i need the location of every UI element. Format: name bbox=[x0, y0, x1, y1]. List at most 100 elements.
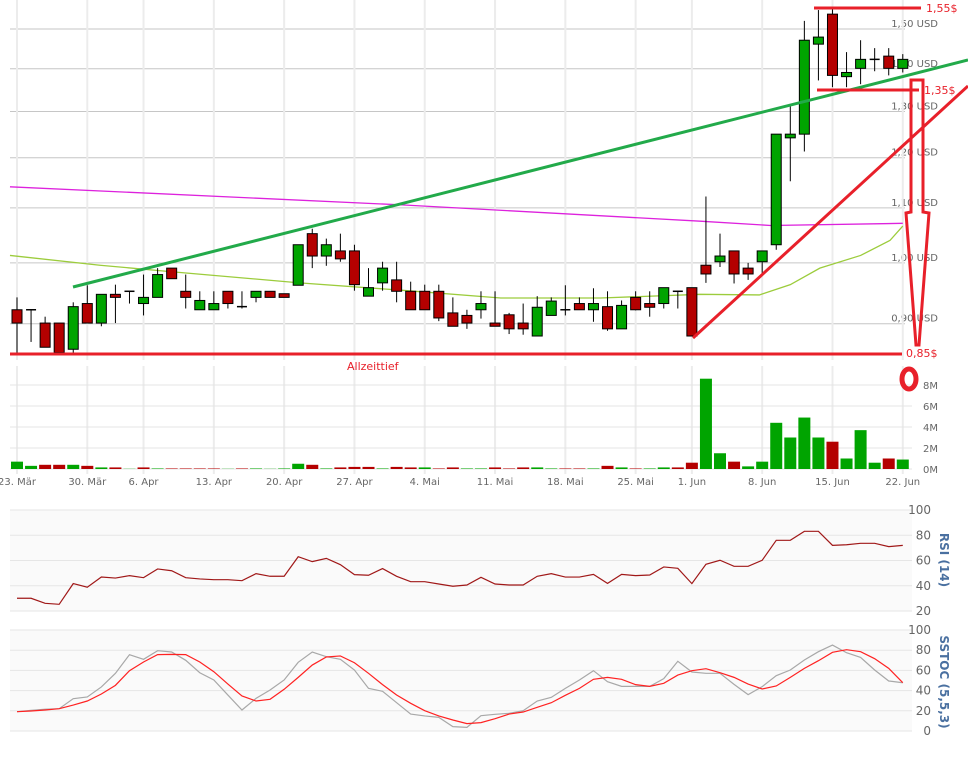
candle-body bbox=[531, 306, 543, 337]
candle-body bbox=[728, 250, 740, 275]
volume-bar bbox=[25, 465, 38, 469]
volume-bar bbox=[896, 459, 909, 469]
volume-bar bbox=[756, 461, 769, 469]
volume-bar bbox=[446, 467, 459, 469]
candle-body bbox=[39, 322, 51, 348]
candle-body bbox=[897, 58, 909, 69]
stochastic-panel: 0 20 40 60 80 100 SSTOC (5,5,3) bbox=[10, 623, 951, 738]
candle-body bbox=[306, 233, 318, 257]
volume-tick-label: 6M bbox=[923, 402, 938, 413]
candle-body bbox=[573, 303, 585, 311]
volume-bar bbox=[784, 437, 797, 469]
volume-bar bbox=[798, 417, 811, 469]
volume-bar bbox=[742, 466, 755, 469]
volume-bar bbox=[728, 461, 741, 469]
candle-body bbox=[264, 290, 276, 298]
volume-bar bbox=[714, 453, 726, 469]
date-tick-label: 25. Mai bbox=[617, 477, 654, 488]
candle-body bbox=[208, 303, 220, 311]
candle-body bbox=[433, 290, 445, 319]
volume-bar bbox=[179, 468, 192, 469]
date-tick-label: 20. Apr bbox=[266, 477, 303, 488]
candle-body bbox=[377, 267, 389, 284]
candle-body bbox=[222, 290, 234, 305]
candle-body bbox=[545, 300, 557, 316]
candle-body bbox=[826, 13, 838, 76]
circle-mark-icon bbox=[899, 366, 919, 392]
candle-body bbox=[644, 303, 656, 308]
volume-bar bbox=[137, 467, 150, 469]
stoch-background bbox=[10, 630, 912, 731]
volume-tick-label: 2M bbox=[923, 444, 938, 455]
volume-bar bbox=[432, 468, 445, 469]
candle-body bbox=[812, 36, 824, 45]
volume-bar bbox=[671, 467, 684, 469]
stoch-tick-label: 100 bbox=[908, 623, 931, 637]
volume-bar bbox=[615, 467, 628, 469]
volume-bar bbox=[517, 467, 530, 469]
stock-chart: 0,90 USD1,00 USD1,10 USD1,20 USD1,30 USD… bbox=[0, 0, 968, 738]
stoch-title: SSTOC (5,5,3) bbox=[937, 635, 951, 728]
rsi-tick-label: 20 bbox=[916, 604, 931, 618]
candle-body bbox=[841, 71, 853, 78]
date-axis: 23. Mär 30. Mär 6. Apr 13. Apr 20. Apr 27. Ap… bbox=[0, 477, 920, 488]
volume-bar bbox=[770, 422, 783, 469]
candle-body bbox=[250, 290, 262, 298]
date-tick-label: 30. Mär bbox=[68, 477, 107, 488]
volume-bar bbox=[587, 468, 600, 469]
volume-bar bbox=[67, 464, 80, 469]
volume-tick-label: 4M bbox=[923, 423, 938, 434]
candle-body bbox=[194, 299, 206, 311]
candle-body bbox=[855, 58, 867, 69]
candle-body bbox=[278, 293, 290, 298]
candle-body bbox=[714, 255, 726, 263]
volume-tick-label: 0M bbox=[923, 465, 938, 476]
candle-body bbox=[630, 296, 642, 311]
volume-bar bbox=[489, 467, 502, 469]
rsi-title: RSI (14) bbox=[937, 533, 951, 587]
volume-bar bbox=[109, 467, 122, 469]
date-tick-label: 11. Mai bbox=[477, 477, 514, 488]
candlesticks bbox=[11, 8, 909, 354]
volume-tick-label: 8M bbox=[923, 381, 938, 392]
rsi-tick-label: 80 bbox=[916, 528, 931, 542]
volume-bar bbox=[474, 468, 487, 469]
volume-bar bbox=[11, 461, 23, 469]
candle-body bbox=[348, 250, 360, 286]
candle-body bbox=[180, 290, 192, 298]
candle-body bbox=[517, 322, 529, 330]
volume-bar bbox=[362, 466, 375, 469]
rsi-tick-label: 60 bbox=[916, 554, 931, 568]
volume-bar bbox=[193, 468, 206, 469]
stoch-tick-label: 20 bbox=[916, 704, 931, 718]
candle-body bbox=[883, 55, 895, 69]
volume-bar bbox=[39, 464, 52, 469]
candle-body bbox=[292, 244, 304, 286]
price-tick-label: 1,30 USD bbox=[891, 102, 938, 113]
candle-body bbox=[489, 322, 501, 327]
volume-bar bbox=[643, 468, 656, 469]
candle-body bbox=[81, 303, 93, 324]
candle-body bbox=[109, 293, 121, 298]
price-tick-label: 1,00 USD bbox=[891, 253, 938, 264]
volume-bar bbox=[685, 462, 698, 469]
volume-bar bbox=[292, 463, 305, 469]
volume-bar bbox=[207, 468, 220, 469]
volume-bar bbox=[882, 458, 895, 469]
volume-bar bbox=[278, 468, 291, 469]
volume-bar bbox=[250, 468, 263, 469]
volume-bar bbox=[95, 467, 108, 469]
volume-bar bbox=[390, 466, 403, 469]
date-tick-label: 15. Jun bbox=[815, 477, 850, 488]
candle-body bbox=[770, 133, 782, 246]
volume-bar bbox=[376, 468, 389, 469]
candle-body bbox=[447, 312, 459, 327]
volume-bar bbox=[840, 458, 853, 469]
candle-body bbox=[503, 314, 515, 330]
candle-body bbox=[391, 279, 403, 292]
volume-bar bbox=[235, 468, 248, 469]
candle-body bbox=[784, 133, 796, 139]
volume-bar bbox=[81, 465, 94, 469]
volume-bar bbox=[601, 465, 614, 469]
candle-body bbox=[363, 287, 374, 297]
